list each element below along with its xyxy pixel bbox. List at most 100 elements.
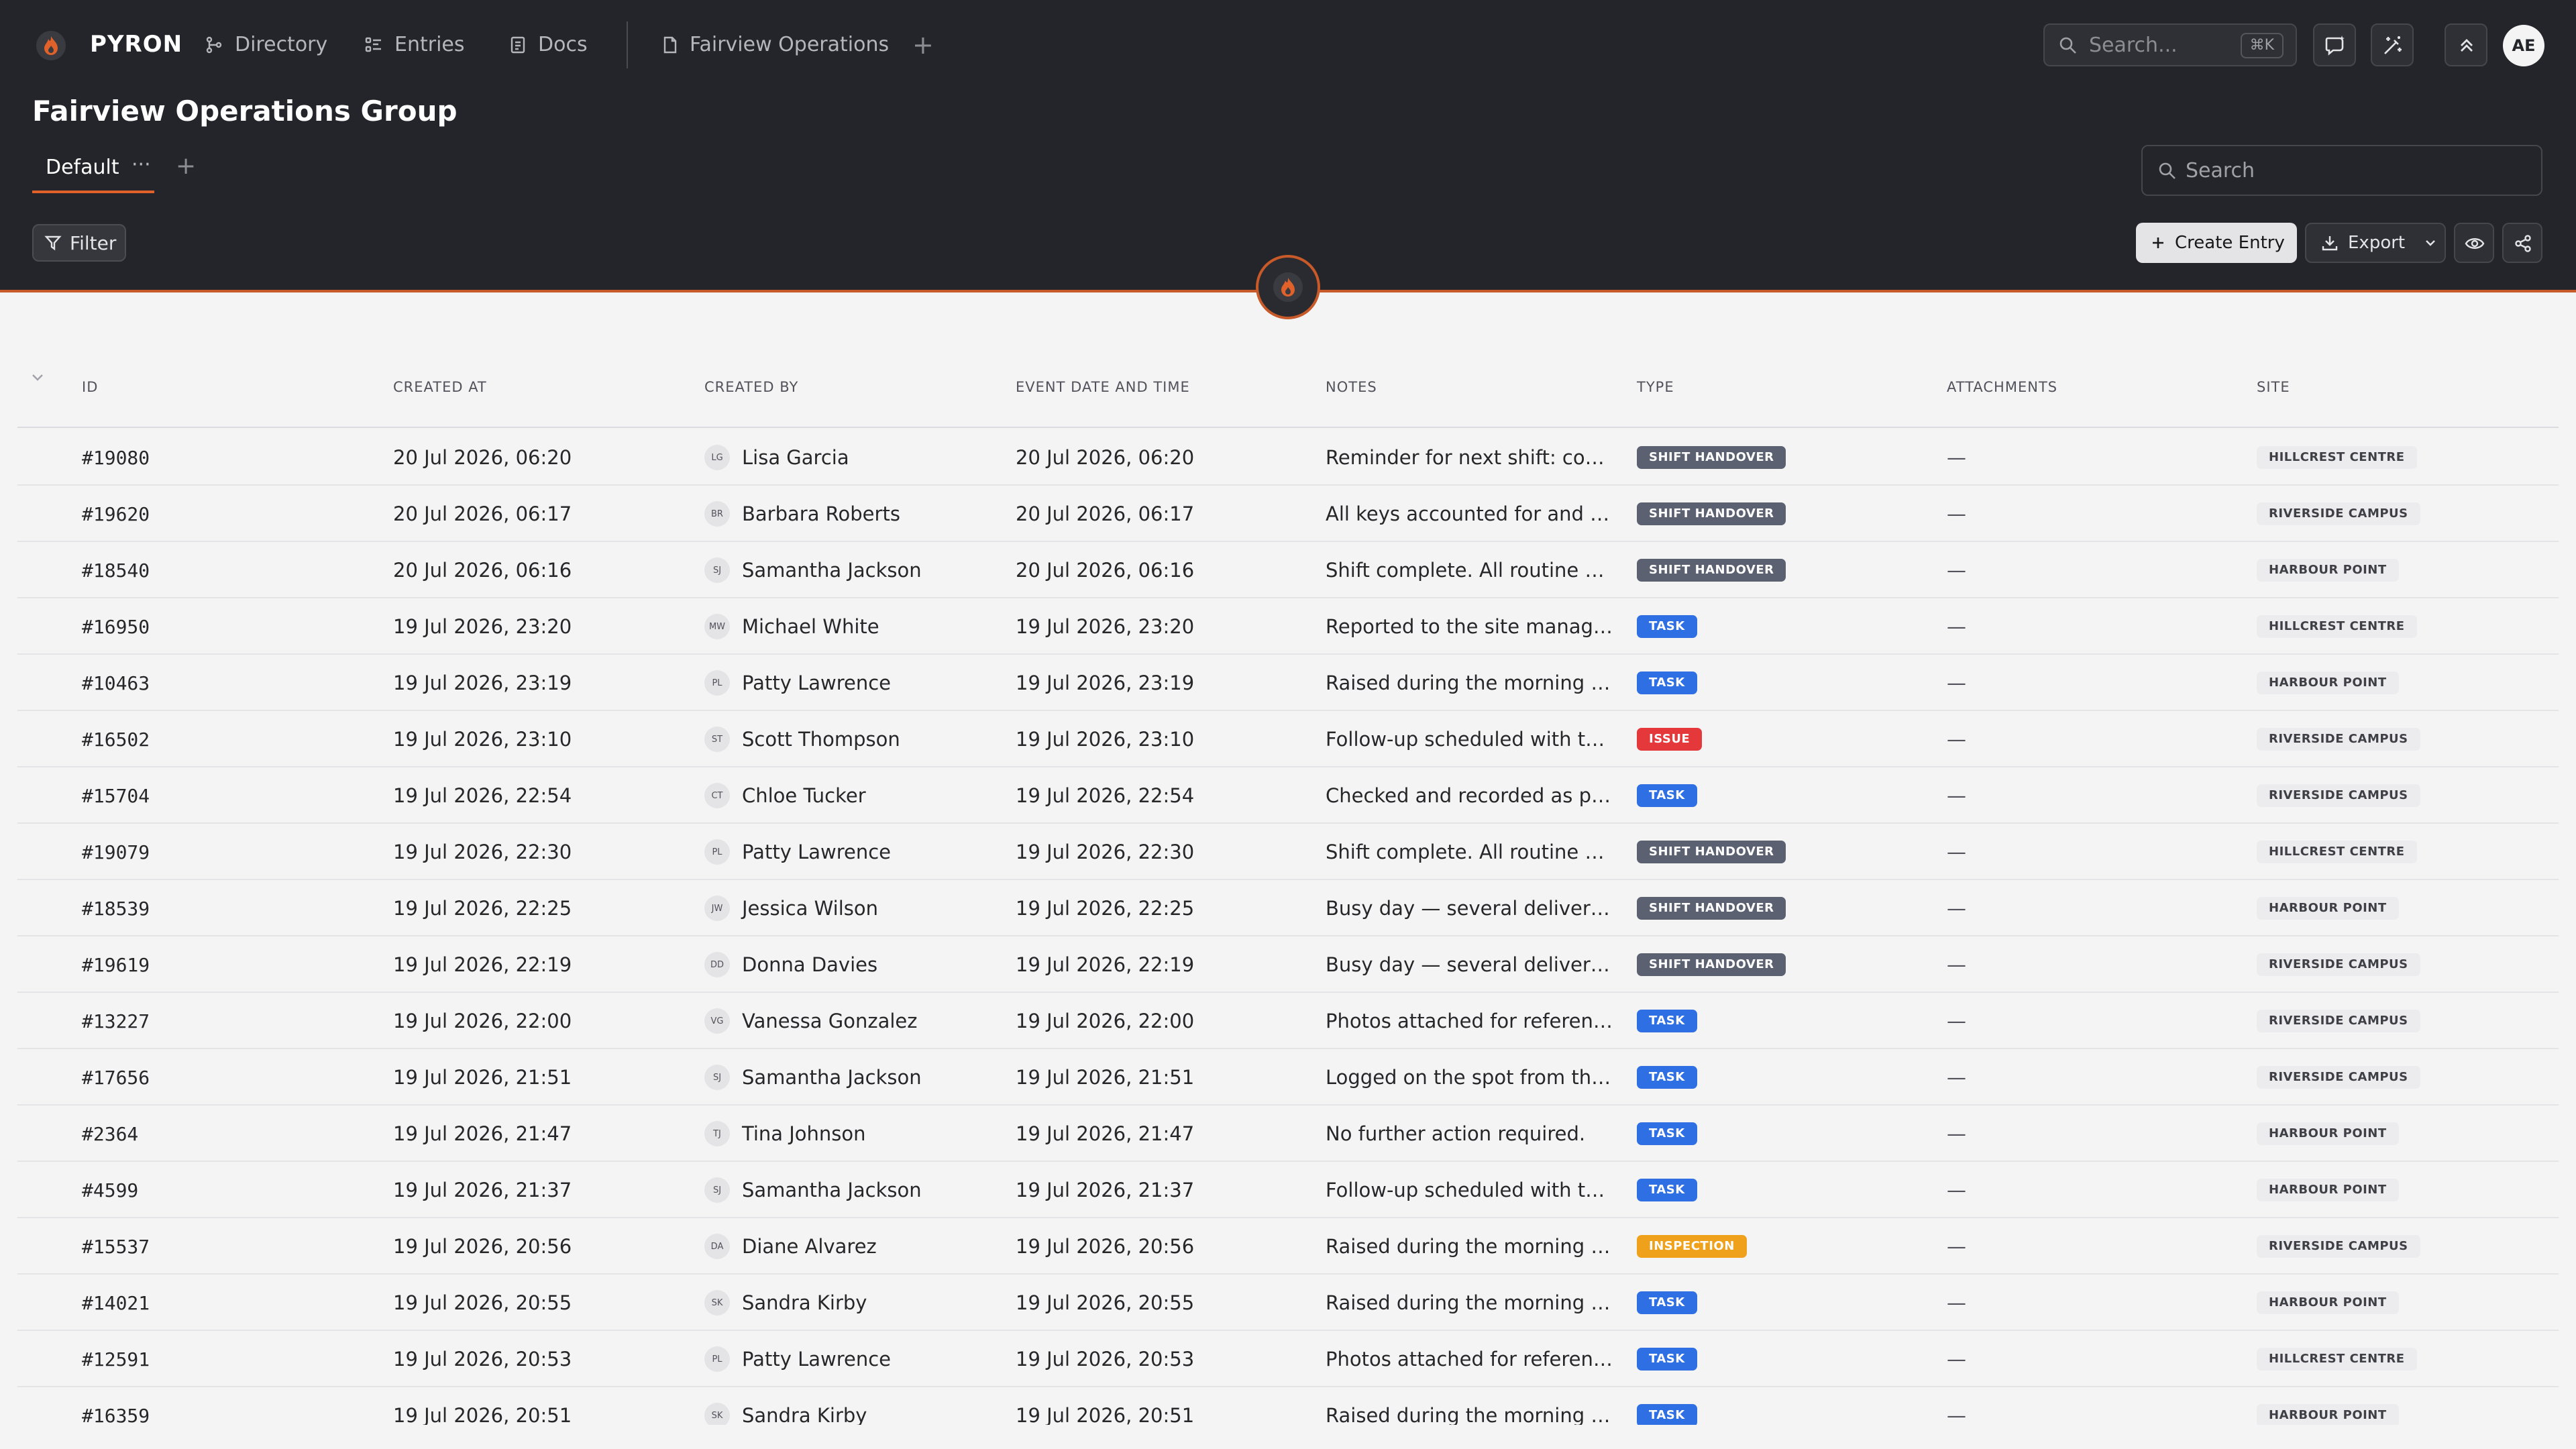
cell-id[interactable]: #10463 — [82, 655, 364, 711]
table-row[interactable]: #13227 19 Jul 2026, 22:00 VG Vanessa Gonzal… — [17, 993, 2559, 1049]
cell-notes: Busy day — several deliveries and visito… — [1326, 880, 1621, 936]
tab-more-icon[interactable]: ··· — [131, 152, 151, 178]
table-row[interactable]: #19619 19 Jul 2026, 22:19 DD Donna Davies 19… — [17, 936, 2559, 993]
column-header-site[interactable]: SITE — [2257, 377, 2290, 397]
table-row[interactable]: #16950 19 Jul 2026, 23:20 MW Michael White 1… — [17, 598, 2559, 655]
cell-id[interactable]: #19079 — [82, 824, 364, 880]
collapse-header-button[interactable] — [2445, 23, 2487, 66]
table-row[interactable]: #10463 19 Jul 2026, 23:19 PL Patty Lawrence… — [17, 655, 2559, 711]
pyron-logo-icon[interactable] — [36, 31, 66, 60]
created-by-name: Samantha Jackson — [742, 1179, 922, 1201]
cell-id[interactable]: #12591 — [82, 1331, 364, 1387]
nav-tab-fairview-operations[interactable]: Fairview Operations — [663, 30, 889, 60]
table-row[interactable]: #15537 19 Jul 2026, 20:56 DA Diane Alvarez 1… — [17, 1218, 2559, 1275]
pyron-assistant-button[interactable] — [1256, 255, 1320, 319]
entry-id[interactable]: #10463 — [82, 672, 150, 694]
cell-id[interactable]: #16950 — [82, 598, 364, 655]
share-icon — [2515, 235, 2531, 252]
table-row[interactable]: #16359 19 Jul 2026, 20:51 SK Sandra Kirby 19… — [17, 1387, 2559, 1425]
cell-id[interactable]: #4599 — [82, 1162, 364, 1218]
entry-id[interactable]: #2364 — [82, 1123, 138, 1145]
column-header-attachments[interactable]: ATTACHMENTS — [1947, 377, 2057, 397]
filter-button[interactable]: Filter — [32, 224, 126, 262]
cell-id[interactable]: #18539 — [82, 880, 364, 936]
table-row[interactable]: #15704 19 Jul 2026, 22:54 CT Chloe Tucker 19… — [17, 767, 2559, 824]
entry-id[interactable]: #16502 — [82, 729, 150, 751]
cell-id[interactable]: #19619 — [82, 936, 364, 993]
cell-event-date: 19 Jul 2026, 20:56 — [1016, 1218, 1311, 1275]
column-header-type[interactable]: TYPE — [1637, 377, 1674, 397]
column-header-notes[interactable]: NOTES — [1326, 377, 1377, 397]
table-row[interactable]: #12591 19 Jul 2026, 20:53 PL Patty Lawrence… — [17, 1331, 2559, 1387]
table-row[interactable]: #2364 19 Jul 2026, 21:47 TJ Tina Johnson 19 … — [17, 1106, 2559, 1162]
table-row[interactable]: #19080 20 Jul 2026, 06:20 LG Lisa Garcia 20 … — [17, 429, 2559, 486]
nav-item-entries[interactable]: Entries — [365, 30, 465, 60]
created-by-name: Jessica Wilson — [742, 897, 878, 920]
cell-id[interactable]: #19620 — [82, 486, 364, 542]
cell-type: TASK — [1637, 767, 1932, 824]
table-row[interactable]: #14021 19 Jul 2026, 20:55 SK Sandra Kirby 19… — [17, 1275, 2559, 1331]
global-search-box[interactable]: Search... ⌘K — [2043, 23, 2297, 66]
entry-id[interactable]: #16359 — [82, 1405, 150, 1426]
column-header-created-at[interactable]: CREATED AT — [393, 377, 487, 397]
tab-default[interactable]: Default ··· — [32, 152, 154, 193]
add-tab-plus-icon[interactable]: + — [912, 30, 934, 60]
table-row[interactable]: #4599 19 Jul 2026, 21:37 SJ Samantha Jackso… — [17, 1162, 2559, 1218]
entry-id[interactable]: #17656 — [82, 1067, 150, 1089]
cell-type: TASK — [1637, 1162, 1932, 1218]
nav-item-directory[interactable]: Directory — [205, 30, 327, 60]
create-entry-button[interactable]: Create Entry — [2136, 223, 2297, 263]
entry-id[interactable]: #15537 — [82, 1236, 150, 1258]
cell-id[interactable]: #16502 — [82, 711, 364, 767]
table-row[interactable]: #19079 19 Jul 2026, 22:30 PL Patty Lawrence… — [17, 824, 2559, 880]
cell-id[interactable]: #19080 — [82, 429, 364, 486]
cell-id[interactable]: #15537 — [82, 1218, 364, 1275]
cell-id[interactable]: #16359 — [82, 1387, 364, 1426]
entry-id[interactable]: #4599 — [82, 1179, 138, 1201]
table-search-input[interactable] — [2186, 157, 2521, 184]
nav-item-docs[interactable]: Docs — [510, 30, 588, 60]
cell-id[interactable]: #2364 — [82, 1106, 364, 1162]
entry-id[interactable]: #14021 — [82, 1292, 150, 1314]
add-view-plus-icon[interactable]: + — [176, 153, 196, 180]
cell-id[interactable]: #14021 — [82, 1275, 364, 1331]
cell-attachments: — — [1947, 542, 2081, 598]
ai-assist-button[interactable] — [2313, 23, 2356, 66]
table-row[interactable]: #18539 19 Jul 2026, 22:25 JW Jessica Wilson… — [17, 880, 2559, 936]
entry-id[interactable]: #12591 — [82, 1348, 150, 1371]
type-badge: SHIFT HANDOVER — [1637, 841, 1786, 863]
created-by-name: Michael White — [742, 615, 879, 638]
visibility-button[interactable] — [2454, 223, 2494, 263]
table-row[interactable]: #18540 20 Jul 2026, 06:16 SJ Samantha Jacks… — [17, 542, 2559, 598]
magic-wand-button[interactable] — [2371, 23, 2414, 66]
table-row[interactable]: #17656 19 Jul 2026, 21:51 SJ Samantha Jacks… — [17, 1049, 2559, 1106]
type-badge: TASK — [1637, 1348, 1697, 1371]
type-badge: TASK — [1637, 1291, 1697, 1314]
entry-id[interactable]: #19619 — [82, 954, 150, 976]
user-avatar[interactable]: AE — [2503, 25, 2544, 66]
entry-id[interactable]: #19080 — [82, 447, 150, 469]
cell-id[interactable]: #17656 — [82, 1049, 364, 1106]
column-header-event-date[interactable]: EVENT DATE AND TIME — [1016, 377, 1190, 397]
notes-value: Shift complete. All routine checks compl… — [1326, 559, 1614, 582]
cell-id[interactable]: #18540 — [82, 542, 364, 598]
share-button[interactable] — [2502, 223, 2542, 263]
table-row[interactable]: #16502 19 Jul 2026, 23:10 ST Scott Thompson… — [17, 711, 2559, 767]
entry-id[interactable]: #18540 — [82, 559, 150, 582]
entry-id[interactable]: #16950 — [82, 616, 150, 638]
cell-site: HARBOUR POINT — [2257, 1106, 2538, 1162]
table-row[interactable]: #19620 20 Jul 2026, 06:17 BR Barbara Robert… — [17, 486, 2559, 542]
table-search-box[interactable] — [2141, 145, 2542, 196]
column-header-id[interactable]: ID — [82, 377, 98, 397]
entry-id[interactable]: #15704 — [82, 785, 150, 807]
cell-id[interactable]: #13227 — [82, 993, 364, 1049]
entry-id[interactable]: #19079 — [82, 841, 150, 863]
chevron-down-icon[interactable] — [30, 369, 46, 385]
export-button[interactable]: Export — [2305, 223, 2446, 263]
column-header-created-by[interactable]: CREATED BY — [704, 377, 798, 397]
site-badge: HILLCREST CENTRE — [2257, 841, 2417, 863]
cell-id[interactable]: #15704 — [82, 767, 364, 824]
entry-id[interactable]: #19620 — [82, 503, 150, 525]
entry-id[interactable]: #18539 — [82, 898, 150, 920]
entry-id[interactable]: #13227 — [82, 1010, 150, 1032]
